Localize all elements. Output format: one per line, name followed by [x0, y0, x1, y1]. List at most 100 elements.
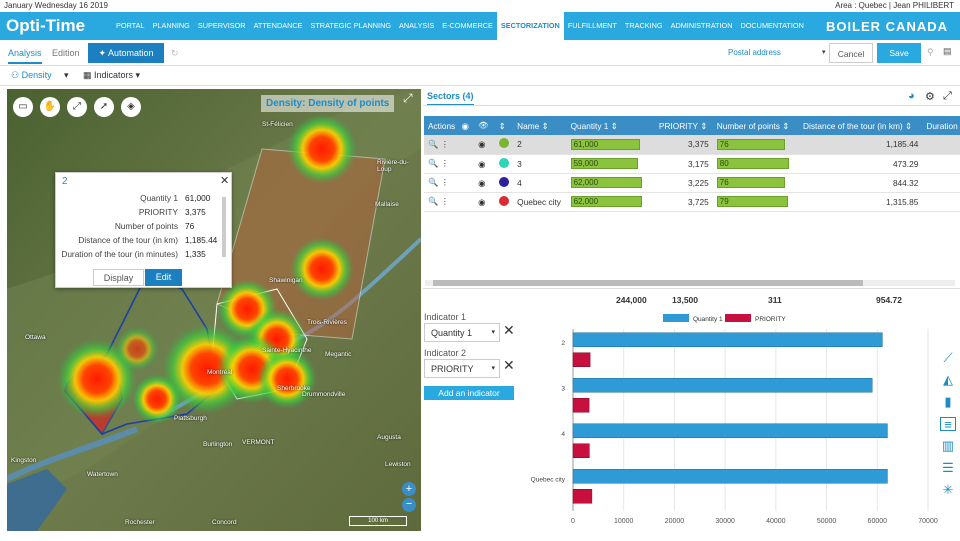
- horizontal-scrollbar[interactable]: [425, 280, 955, 286]
- nav-item[interactable]: FULFILLMENT: [564, 12, 621, 40]
- cursor-icon[interactable]: ➚: [94, 97, 114, 117]
- bar-chart-icon[interactable]: ≡: [940, 417, 956, 432]
- more-icon[interactable]: ⋮: [441, 139, 449, 149]
- nav-item[interactable]: TRACKING: [621, 12, 667, 40]
- column-header[interactable]: Duration of th: [922, 116, 960, 135]
- nav-item[interactable]: DOCUMENTATION: [736, 12, 807, 40]
- sector-color-dot[interactable]: [498, 157, 509, 168]
- table-row[interactable]: 🔍 ⋮ ◉ 3 59,000 3,175 80 473.29: [424, 154, 960, 174]
- stacked-bar-icon[interactable]: ☰: [940, 461, 956, 475]
- indicators-button[interactable]: ▦ Indicators ▾: [83, 70, 140, 81]
- row-actions[interactable]: 🔍 ⋮: [424, 192, 475, 212]
- display-button[interactable]: Display: [93, 269, 144, 286]
- pie-chart-icon[interactable]: ◕: [908, 90, 915, 102]
- nav-item[interactable]: STRATEGIC PLANNING: [306, 12, 395, 40]
- stacked-column-icon[interactable]: ▥: [940, 439, 956, 453]
- add-indicator-button[interactable]: Add an indicator: [424, 386, 514, 400]
- zoom-icon[interactable]: 🔍: [428, 196, 438, 206]
- area-chart-icon[interactable]: ◭: [940, 373, 956, 387]
- radar-chart-icon[interactable]: ✳: [940, 483, 956, 497]
- table-row[interactable]: 🔍 ⋮ ◉ Quebec city 62,000 3,725 79 1,315.85: [424, 192, 960, 212]
- app-logo[interactable]: Opti-Time: [6, 16, 85, 36]
- visibility-toggle[interactable]: ◉: [474, 154, 495, 174]
- hand-icon[interactable]: ✋: [40, 97, 60, 117]
- nav-item[interactable]: ANALYSIS: [395, 12, 438, 40]
- sector-color-dot[interactable]: [498, 176, 509, 187]
- chevron-down-icon[interactable]: ▾: [64, 70, 69, 81]
- fullscreen-icon[interactable]: ⤢: [67, 97, 87, 117]
- comment-icon[interactable]: ▭: [13, 97, 33, 117]
- indicator2-select[interactable]: PRIORITY ▾: [424, 359, 500, 378]
- column-header[interactable]: Name ⇕: [513, 116, 567, 135]
- zoom-icon[interactable]: 🔍: [428, 158, 438, 168]
- more-icon[interactable]: ⋮: [441, 177, 449, 187]
- eye-icon[interactable]: ◉: [478, 197, 485, 207]
- expand-icon[interactable]: ⤢: [403, 91, 413, 106]
- place-label: Rivière-du-Loup: [377, 159, 409, 173]
- edit-button[interactable]: Edit: [145, 269, 182, 286]
- color-cell[interactable]: [494, 192, 514, 212]
- zoom-icon[interactable]: 🔍: [428, 177, 438, 187]
- line-chart-icon[interactable]: ⟋: [940, 351, 956, 365]
- nav-item[interactable]: ATTENDANCE: [250, 12, 307, 40]
- eye-icon[interactable]: ◉: [478, 178, 485, 188]
- color-cell[interactable]: [494, 154, 514, 174]
- quantity-cell: 62,000: [566, 173, 655, 193]
- close-icon[interactable]: ✕: [220, 174, 229, 187]
- gear-icon[interactable]: ⚙: [925, 90, 935, 103]
- undo-icon[interactable]: ↻: [171, 48, 179, 59]
- table-row[interactable]: 🔍 ⋮ ◉ 4 62,000 3,225 76 844.32: [424, 173, 960, 193]
- visibility-toggle[interactable]: ◉: [474, 135, 495, 155]
- expand-icon[interactable]: ⤢: [943, 90, 952, 103]
- table-row[interactable]: 🔍 ⋮ ◉ 2 61,000 3,375 76 1,185.44: [424, 135, 960, 155]
- more-icon[interactable]: ⋮: [441, 158, 449, 168]
- tab-edition[interactable]: Edition: [52, 48, 80, 58]
- save-button[interactable]: Save: [877, 43, 921, 63]
- indicator1-select[interactable]: Quantity 1 ▾: [424, 323, 500, 342]
- cancel-button[interactable]: Cancel: [829, 43, 873, 63]
- sector-color-dot[interactable]: [498, 138, 509, 149]
- sort-icon: ⇕: [498, 120, 506, 131]
- nav-item[interactable]: ADMINISTRATION: [667, 12, 737, 40]
- color-cell[interactable]: [494, 173, 514, 193]
- color-cell[interactable]: [494, 135, 514, 155]
- column-header[interactable]: Number of points ⇕: [712, 116, 800, 135]
- zoom-out-button[interactable]: −: [402, 498, 416, 512]
- zoom-in-button[interactable]: +: [402, 482, 416, 496]
- postal-address-input[interactable]: Postal address: [728, 48, 781, 57]
- column-header[interactable]: PRIORITY ⇕: [654, 116, 713, 135]
- more-icon[interactable]: ⋮: [441, 196, 449, 206]
- column-header[interactable]: Distance of the tour (in km) ⇕: [799, 116, 923, 135]
- visibility-toggle[interactable]: ◉: [474, 173, 495, 193]
- visibility-toggle[interactable]: ◉: [474, 192, 495, 212]
- zoom-icon[interactable]: 🔍: [428, 139, 438, 149]
- nav-item[interactable]: PLANNING: [149, 12, 194, 40]
- row-actions[interactable]: 🔍 ⋮: [424, 135, 475, 155]
- popup-scrollbar[interactable]: [222, 197, 226, 257]
- eye-icon[interactable]: ◉: [478, 159, 485, 169]
- sectors-tab[interactable]: Sectors (4): [427, 91, 474, 106]
- column-header[interactable]: Actions ◉: [424, 116, 475, 135]
- map-view[interactable]: ▭ ✋ ⤢ ➚ ◈ Density: Density of points ⤢ +…: [7, 89, 421, 531]
- density-button[interactable]: ⚇ Density: [11, 70, 52, 81]
- nav-item[interactable]: SECTORIZATION: [496, 12, 564, 40]
- layout-icon[interactable]: ▤: [943, 46, 952, 57]
- column-header[interactable]: Quantity 1 ⇕: [566, 116, 655, 135]
- user-area[interactable]: Area : Quebec | Jean PHILIBERT: [835, 1, 954, 10]
- column-chart-icon[interactable]: ▮: [940, 395, 956, 409]
- column-header[interactable]: ⇕: [494, 116, 514, 135]
- automation-button[interactable]: ✦ Automation: [88, 43, 164, 63]
- column-header[interactable]: 👁: [474, 116, 495, 135]
- nav-item[interactable]: E-COMMERCE: [438, 12, 497, 40]
- chevron-down-icon[interactable]: ▾: [822, 48, 826, 56]
- row-actions[interactable]: 🔍 ⋮: [424, 154, 475, 174]
- search-icon[interactable]: ⚲: [927, 47, 934, 58]
- eye-icon[interactable]: ◉: [478, 139, 485, 149]
- layers-icon[interactable]: ◈: [121, 97, 141, 117]
- nav-item[interactable]: PORTAL: [112, 12, 149, 40]
- tab-analysis[interactable]: Analysis: [8, 48, 42, 64]
- row-actions[interactable]: 🔍 ⋮: [424, 173, 475, 193]
- place-label: VERMONT: [242, 439, 275, 446]
- sector-color-dot[interactable]: [498, 195, 509, 206]
- nav-item[interactable]: SUPERVISOR: [194, 12, 250, 40]
